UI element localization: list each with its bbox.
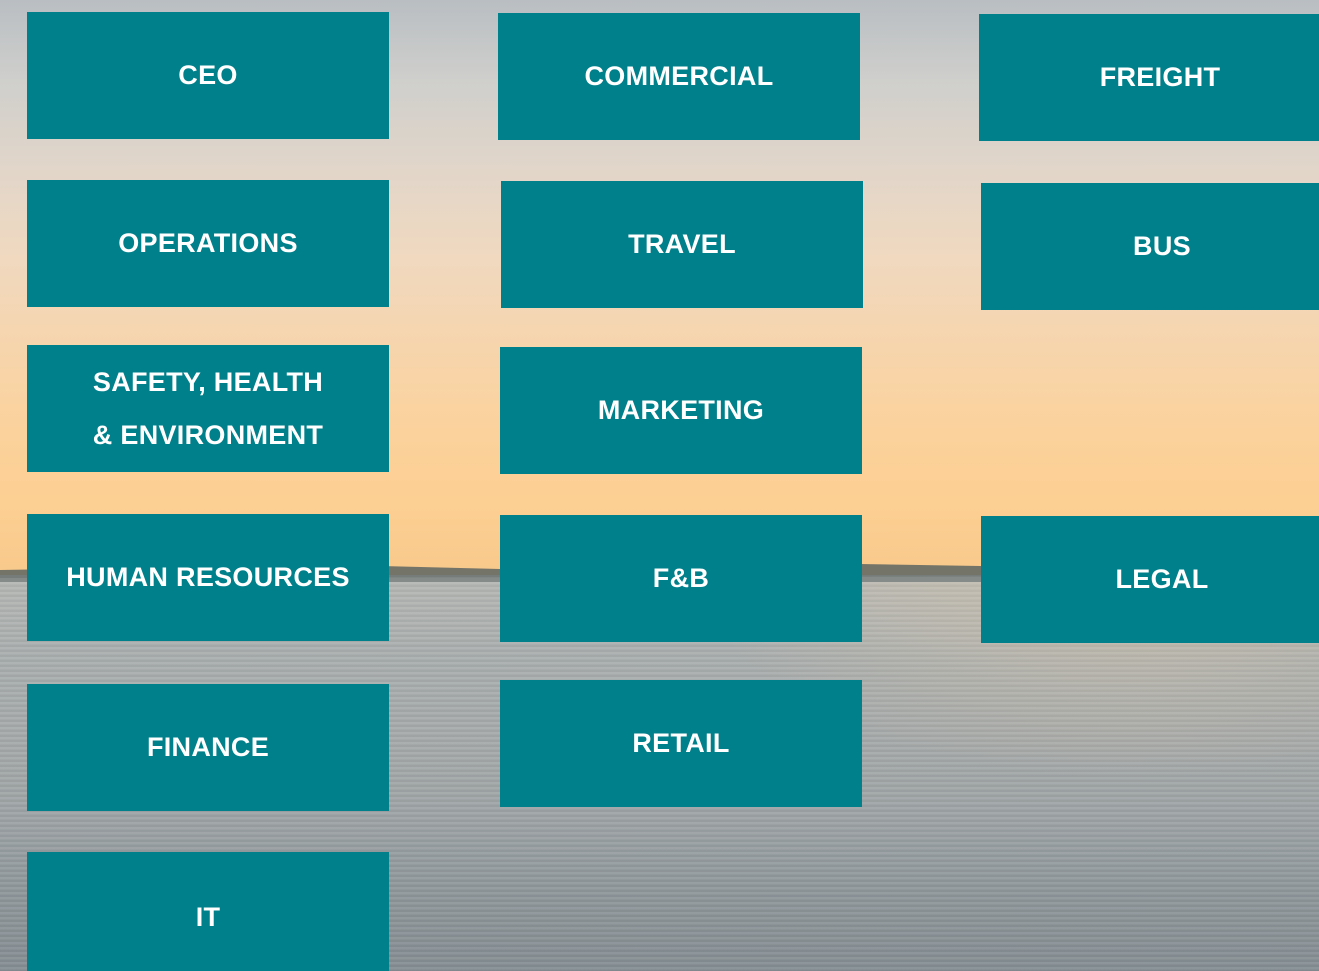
department-tile-operations[interactable]: OPERATIONS	[27, 180, 389, 307]
tile-label: CEO	[178, 60, 238, 90]
tile-label: TRAVEL	[628, 229, 736, 259]
department-tile-commercial[interactable]: COMMERCIAL	[498, 13, 860, 140]
tile-label: COMMERCIAL	[584, 61, 774, 91]
department-tile-safety-health-environment[interactable]: SAFETY, HEALTH & ENVIRONMENT	[27, 345, 389, 472]
department-tile-freight[interactable]: FREIGHT	[979, 14, 1319, 141]
department-tile-f-and-b[interactable]: F&B	[500, 515, 862, 642]
tile-label: FINANCE	[146, 732, 270, 762]
tile-label-line2: & ENVIRONMENT	[92, 419, 324, 450]
department-tile-it[interactable]: IT	[27, 852, 389, 971]
department-tile-human-resources[interactable]: HUMAN RESOURCES	[27, 514, 389, 641]
department-tile-bus[interactable]: BUS	[981, 183, 1319, 310]
tile-label: OPERATIONS	[118, 228, 298, 258]
department-tile-travel[interactable]: TRAVEL	[501, 181, 863, 308]
tile-label-line1: SAFETY, HEALTH	[92, 366, 324, 397]
department-tile-legal[interactable]: LEGAL	[981, 516, 1319, 643]
tile-label: FREIGHT	[1099, 62, 1221, 92]
tile-label: HUMAN RESOURCES	[66, 562, 350, 592]
tile-label: BUS	[1133, 231, 1191, 261]
tile-label: IT	[195, 902, 221, 932]
sunset-sea-background	[0, 0, 1319, 971]
department-tile-finance[interactable]: FINANCE	[27, 684, 389, 811]
department-tile-marketing[interactable]: MARKETING	[500, 347, 862, 474]
tile-label: MARKETING	[597, 395, 765, 425]
department-tile-retail[interactable]: RETAIL	[500, 680, 862, 807]
tile-label: LEGAL	[1115, 564, 1209, 594]
tile-label: F&B	[652, 563, 710, 593]
department-tile-ceo[interactable]: CEO	[27, 12, 389, 139]
tile-label: RETAIL	[632, 728, 730, 758]
